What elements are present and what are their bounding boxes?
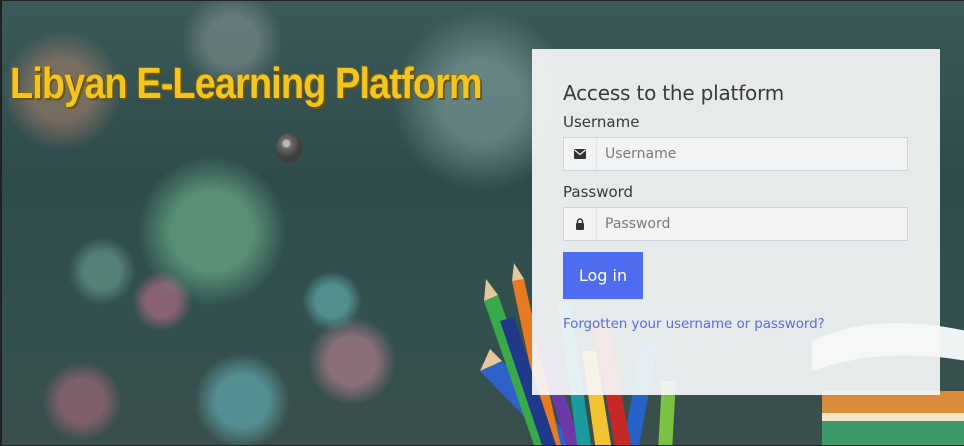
username-input-group (563, 137, 908, 171)
lock-icon (564, 208, 597, 240)
username-label: Username (563, 113, 640, 131)
password-input-group (563, 207, 908, 241)
password-label: Password (563, 183, 634, 201)
envelope-icon (564, 138, 597, 170)
forgot-password-link[interactable]: Forgotten your username or password? (563, 316, 908, 332)
login-card: Access to the platform Username Password… (532, 49, 940, 395)
login-button[interactable]: Log in (563, 252, 643, 299)
login-page-background: Libyan E-Learning Platform Access to the… (0, 0, 964, 446)
password-input[interactable] (597, 208, 907, 240)
site-title: Libyan E-Learning Platform (10, 59, 483, 108)
username-input[interactable] (597, 138, 907, 170)
decorative-blob (276, 133, 302, 163)
login-heading: Access to the platform (563, 81, 785, 105)
